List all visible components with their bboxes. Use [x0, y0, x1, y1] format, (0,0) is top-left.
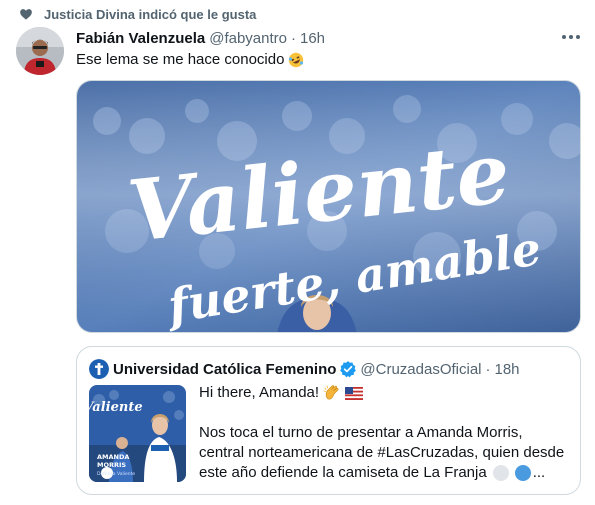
quote-line-4: central norteamericana de #LasCruzadas, …	[199, 444, 565, 461]
quote-line-3: Nos toca el turno de presentar a Amanda …	[199, 424, 523, 441]
quote-avatar[interactable]	[89, 359, 109, 379]
quote-blank-line	[199, 403, 571, 423]
avatar-image	[16, 27, 64, 75]
quote-line-1: Hi there, Amanda!	[199, 383, 571, 403]
thumbnail-position: Defensa Valiente	[97, 471, 135, 477]
quote-greeting: Hi there, Amanda!	[199, 384, 320, 401]
blue-circle-emoji	[514, 465, 531, 481]
heart-icon	[20, 9, 32, 20]
author-handle[interactable]: @fabyantro	[209, 30, 287, 47]
quote-line-5-text: este año defiende la camiseta de La Fran…	[199, 464, 487, 481]
quote-ellipsis: ...	[532, 464, 546, 481]
quote-separator-dot: ·	[485, 360, 491, 378]
quote-time[interactable]: 18h	[495, 361, 520, 378]
us-flag-emoji	[345, 386, 364, 400]
clapping-hands-emoji	[323, 385, 339, 400]
quoted-tweet[interactable]: Universidad Católica Femenino @CruzadasO…	[76, 346, 581, 495]
tweet-time[interactable]: 16h	[300, 30, 325, 47]
quote-header: Universidad Católica Femenino @CruzadasO…	[89, 359, 520, 379]
separator-dot: ·	[291, 29, 296, 47]
quote-author-handle[interactable]: @CruzadasOficial	[360, 361, 481, 378]
thumbnail-title: Valiente	[89, 400, 143, 415]
tweet-text: Ese lema se me hace conocido	[76, 50, 304, 70]
more-icon[interactable]	[560, 28, 582, 46]
tweet-media-image[interactable]: Valiente fuerte, amable	[76, 80, 581, 333]
tweet-header: Fabián Valenzuela @fabyantro · 16h	[76, 28, 325, 48]
author-name[interactable]: Fabián Valenzuela	[76, 30, 205, 47]
quote-thumbnail[interactable]: Valiente AMANDA MORRIS Defensa Valiente	[89, 385, 186, 482]
social-context[interactable]: Justicia Divina indicó que le gusta	[44, 5, 256, 23]
tweet-text-content: Ese lema se me hace conocido	[76, 51, 285, 68]
rolling-on-floor-laughing-emoji	[289, 52, 304, 68]
quote-author-name[interactable]: Universidad Católica Femenino	[113, 361, 336, 378]
verified-badge-icon	[340, 361, 357, 378]
quote-body: Hi there, Amanda! Nos toca el turno de p…	[199, 383, 571, 483]
thumbnail-name-line2: MORRIS	[97, 461, 126, 469]
white-circle-emoji	[492, 465, 509, 481]
thumbnail-name-line1: AMANDA	[97, 453, 129, 461]
quote-line-5: este año defiende la camiseta de La Fran…	[199, 463, 571, 483]
avatar[interactable]	[16, 27, 64, 75]
social-context-text[interactable]: Justicia Divina indicó que le gusta	[44, 7, 256, 22]
